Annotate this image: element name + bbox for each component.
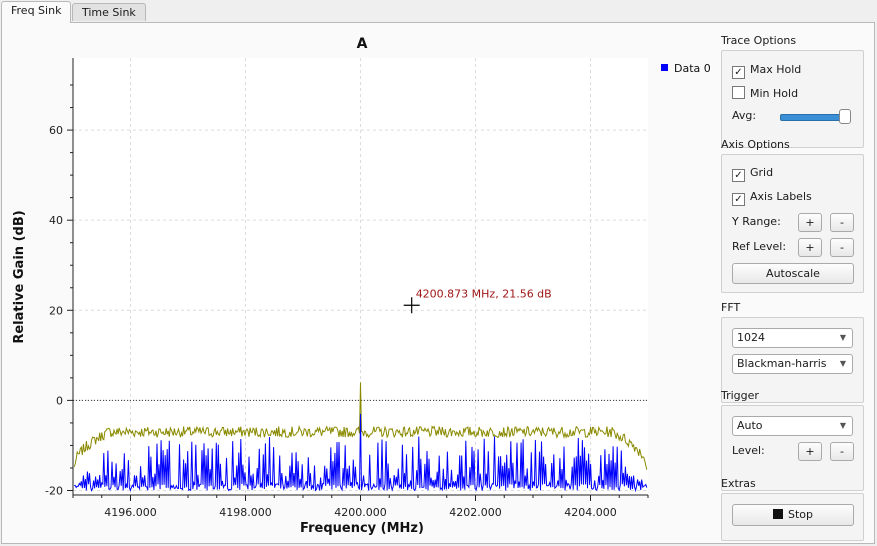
chevron-down-icon: ▼ bbox=[839, 421, 846, 430]
x-axis-label: Frequency (MHz) bbox=[300, 521, 424, 536]
plot-title: A bbox=[357, 36, 368, 52]
marker-readout: 4200.873 MHz, 21.56 dB bbox=[416, 287, 552, 300]
check-icon: ✓ bbox=[732, 169, 745, 182]
stop-button[interactable]: Stop bbox=[732, 504, 854, 526]
max-hold-checkbox[interactable]: ✓ Max Hold bbox=[732, 61, 801, 79]
y-tick-label: -20 bbox=[45, 484, 63, 497]
axis-labels-checkbox[interactable]: ✓ Axis Labels bbox=[732, 188, 812, 206]
trigger-level-minus-button[interactable]: - bbox=[830, 442, 854, 461]
fft-size-select[interactable]: 1024 ▼ bbox=[732, 328, 853, 348]
check-icon: ✓ bbox=[732, 193, 745, 206]
fft-title: FFT bbox=[721, 301, 741, 314]
axis-options-title: Axis Options bbox=[721, 138, 790, 151]
min-hold-checkbox[interactable]: Min Hold bbox=[732, 85, 798, 103]
trigger-mode-value: Auto bbox=[737, 419, 763, 432]
x-tick-label: 4204.000 bbox=[564, 506, 617, 519]
y-range-plus-button[interactable]: + bbox=[798, 213, 822, 232]
y-tick-label: 0 bbox=[56, 394, 63, 407]
fft-window-select[interactable]: Blackman-harris ▼ bbox=[732, 354, 853, 374]
y-tick-label: 20 bbox=[49, 304, 63, 317]
y-tick-label: 40 bbox=[49, 214, 63, 227]
axis-options-group: ✓ Grid ✓ Axis Labels Y Range: + - Ref Leve… bbox=[721, 154, 864, 293]
chevron-down-icon: ▼ bbox=[839, 359, 846, 368]
spectrum-plot[interactable]: A -20 0 20 40 60 4196.000 4198.000 4200.000 4202… bbox=[0, 0, 716, 546]
trigger-level-plus-button[interactable]: + bbox=[798, 442, 822, 461]
extras-group: Stop bbox=[721, 493, 864, 541]
x-tick-label: 4202.000 bbox=[449, 506, 502, 519]
trigger-title: Trigger bbox=[721, 389, 759, 402]
y-tick-label: 60 bbox=[49, 124, 63, 137]
y-axis-label: Relative Gain (dB) bbox=[12, 210, 27, 343]
legend-label: Data 0 bbox=[674, 62, 711, 75]
ref-level-minus-button[interactable]: - bbox=[830, 238, 854, 257]
x-tick-label: 4196.000 bbox=[104, 506, 157, 519]
avg-label: Avg: bbox=[732, 109, 757, 122]
trace-options-title: Trace Options bbox=[721, 34, 797, 47]
trace-options-group: ✓ Max Hold Min Hold Avg: bbox=[721, 50, 864, 148]
avg-slider[interactable] bbox=[780, 114, 846, 121]
chevron-down-icon: ▼ bbox=[839, 333, 846, 342]
checkbox-empty-icon bbox=[732, 86, 745, 99]
y-range-label: Y Range: bbox=[732, 215, 781, 228]
min-hold-label: Min Hold bbox=[750, 87, 799, 100]
x-tick-label: 4200.000 bbox=[334, 506, 387, 519]
avg-slider-handle[interactable] bbox=[839, 109, 851, 124]
grid-label: Grid bbox=[750, 166, 774, 179]
tab-freq-sink[interactable]: Freq Sink bbox=[1, 1, 72, 23]
trigger-level-label: Level: bbox=[732, 444, 765, 457]
max-hold-label: Max Hold bbox=[750, 63, 802, 76]
ref-level-label: Ref Level: bbox=[732, 240, 787, 253]
trigger-mode-select[interactable]: Auto ▼ bbox=[732, 416, 853, 436]
grid-checkbox[interactable]: ✓ Grid bbox=[732, 164, 773, 182]
stop-icon bbox=[772, 509, 783, 519]
fft-size-value: 1024 bbox=[737, 331, 765, 344]
check-icon: ✓ bbox=[732, 66, 745, 79]
x-tick-label: 4198.000 bbox=[219, 506, 272, 519]
stop-label: Stop bbox=[787, 508, 813, 521]
axis-labels-label: Axis Labels bbox=[750, 190, 812, 203]
autoscale-button[interactable]: Autoscale bbox=[732, 263, 854, 284]
ref-level-plus-button[interactable]: + bbox=[798, 238, 822, 257]
extras-title: Extras bbox=[721, 477, 756, 490]
legend-swatch bbox=[661, 64, 668, 71]
y-range-minus-button[interactable]: - bbox=[830, 213, 854, 232]
fft-window-value: Blackman-harris bbox=[737, 357, 827, 370]
